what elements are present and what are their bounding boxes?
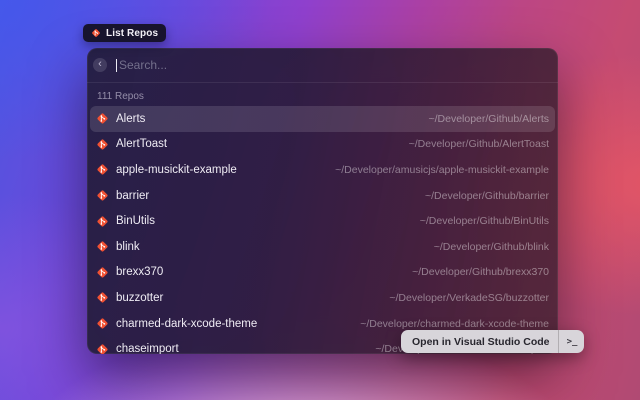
back-button[interactable]: ‹ — [93, 58, 107, 72]
search-input[interactable]: Search... — [116, 58, 548, 72]
repo-list-item[interactable]: blink ~/Developer/Github/blink — [90, 234, 555, 260]
git-repo-icon — [96, 112, 109, 125]
section-header: 111 Repos — [87, 83, 558, 106]
git-repo-icon — [96, 266, 109, 279]
git-repo-icon — [96, 163, 109, 176]
terminal-icon: >_ — [559, 337, 584, 347]
repo-path: ~/Developer/Github/brexx370 — [412, 266, 549, 278]
repo-name: charmed-dark-xcode-theme — [116, 318, 257, 330]
repo-list-item[interactable]: apple-musickit-example ~/Developer/amusi… — [90, 157, 555, 183]
repo-list-item[interactable]: AlertToast ~/Developer/Github/AlertToast — [90, 132, 555, 158]
repo-list-item[interactable]: Alerts ~/Developer/Github/Alerts — [90, 106, 555, 132]
repo-path: ~/Developer/Github/AlertToast — [409, 138, 549, 150]
repo-name: BinUtils — [116, 215, 155, 227]
repo-path: ~/Developer/Github/barrier — [425, 190, 549, 202]
text-caret — [116, 59, 117, 72]
repo-name: barrier — [116, 190, 149, 202]
repo-path: ~/Developer/amusicjs/apple-musickit-exam… — [335, 164, 549, 176]
repo-name: AlertToast — [116, 138, 167, 150]
search-bar: ‹ Search... — [87, 48, 558, 83]
repo-list-item[interactable]: buzzotter ~/Developer/VerkadeSG/buzzotte… — [90, 285, 555, 311]
git-repo-icon — [96, 317, 109, 330]
repo-name: buzzotter — [116, 292, 163, 304]
open-in-vscode-label: Open in Visual Studio Code — [401, 336, 558, 348]
command-badge-label: List Repos — [106, 28, 158, 39]
repo-list-item[interactable]: brexx370 ~/Developer/Github/brexx370 — [90, 260, 555, 286]
repo-path: ~/Developer/Github/Alerts — [428, 113, 549, 125]
git-repo-icon — [96, 138, 109, 151]
git-icon — [91, 28, 101, 38]
git-repo-icon — [96, 343, 109, 354]
repo-name: blink — [116, 241, 140, 253]
git-repo-icon — [96, 240, 109, 253]
launcher-window: ‹ Search... 111 Repos Alerts ~/Developer… — [87, 48, 558, 354]
repo-path: ~/Developer/Github/BinUtils — [420, 215, 549, 227]
repo-path: ~/Developer/charmed-dark-xcode-theme — [360, 318, 549, 330]
command-badge[interactable]: List Repos — [83, 24, 166, 42]
repo-list-item[interactable]: BinUtils ~/Developer/Github/BinUtils — [90, 208, 555, 234]
repo-name: Alerts — [116, 113, 145, 125]
open-in-vscode-button[interactable]: Open in Visual Studio Code >_ — [401, 330, 584, 353]
repo-name: apple-musickit-example — [116, 164, 237, 176]
repo-name: chaseimport — [116, 343, 179, 354]
git-repo-icon — [96, 189, 109, 202]
repo-path: ~/Developer/Github/blink — [434, 241, 549, 253]
search-placeholder: Search... — [119, 58, 167, 72]
repo-list: Alerts ~/Developer/Github/Alerts AlertTo… — [87, 106, 558, 354]
chevron-left-icon: ‹ — [98, 58, 102, 70]
git-repo-icon — [96, 215, 109, 228]
git-repo-icon — [96, 291, 109, 304]
repo-path: ~/Developer/VerkadeSG/buzzotter — [389, 292, 549, 304]
repo-list-item[interactable]: barrier ~/Developer/Github/barrier — [90, 183, 555, 209]
repo-name: brexx370 — [116, 266, 163, 278]
